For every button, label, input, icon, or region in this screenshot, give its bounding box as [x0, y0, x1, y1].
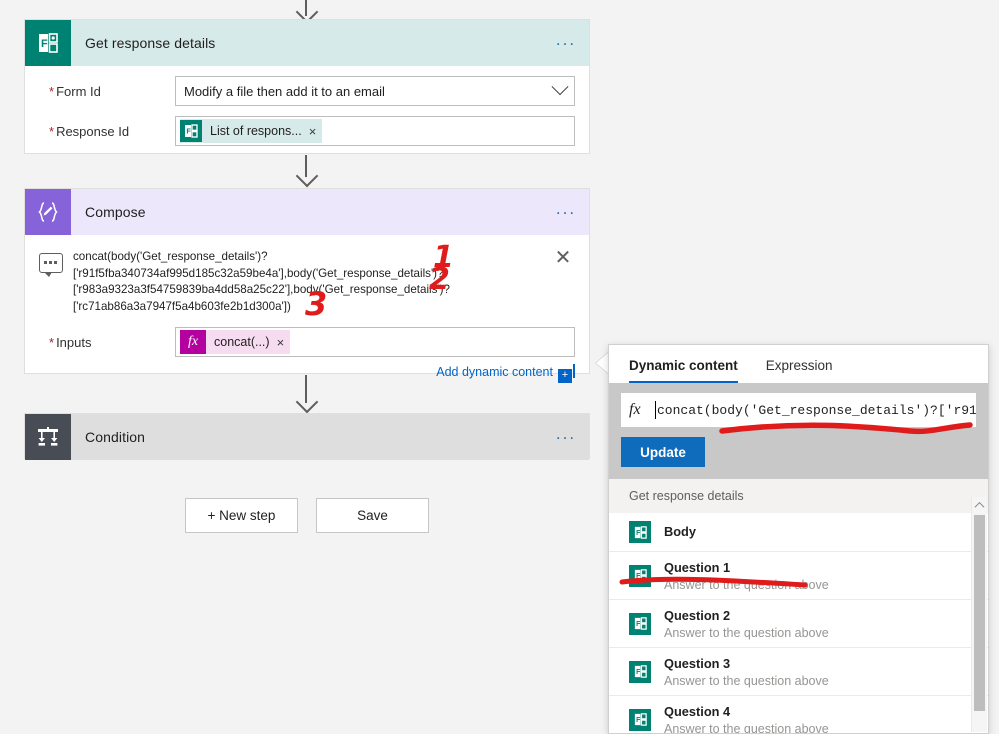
add-dynamic-content-row: Add dynamic content +: [39, 361, 575, 383]
microsoft-forms-icon: F: [629, 521, 651, 543]
fx-icon: fx: [180, 330, 206, 354]
field-label-form-id: * Form Id: [39, 84, 175, 99]
token-remove-icon[interactable]: ×: [309, 124, 317, 139]
scroll-up-icon[interactable]: [972, 497, 987, 513]
expression-input-value: concat(body('Get_response_details')?['r9…: [657, 402, 976, 418]
field-label-text: Response Id: [56, 123, 130, 139]
dynamic-content-list: F Body F Question 1 Answer to the questi…: [609, 513, 988, 734]
step-menu-button[interactable]: ...: [543, 31, 589, 51]
list-item[interactable]: F Question 2 Answer to the question abov…: [609, 600, 988, 648]
svg-text:F: F: [41, 38, 48, 50]
add-dynamic-content-link[interactable]: Add dynamic content: [436, 365, 553, 379]
required-marker: *: [49, 83, 55, 99]
list-item-title: Question 1: [664, 560, 731, 575]
expression-editor-area: fx concat(body('Get_response_details')?[…: [609, 383, 988, 479]
step-title: Condition: [85, 429, 146, 445]
svg-text:F: F: [636, 669, 640, 676]
expression-bubble-icon: [39, 253, 63, 277]
step-menu-button[interactable]: ...: [543, 425, 589, 445]
step-title: Compose: [85, 204, 146, 220]
flow-step-compose[interactable]: Compose ... concat(body('Get_response_de…: [24, 188, 590, 383]
token-remove-icon[interactable]: ×: [277, 335, 285, 350]
step-menu-button[interactable]: ...: [543, 200, 589, 220]
save-button[interactable]: Save: [316, 498, 429, 533]
list-item[interactable]: F Question 1 Answer to the question abov…: [609, 552, 988, 600]
field-response-id: * Response Id F List of respons... ×: [39, 116, 575, 146]
list-item-subtitle: Answer to the question above: [664, 722, 829, 734]
svg-text:F: F: [186, 127, 191, 136]
scrollbar-thumb[interactable]: [974, 515, 985, 711]
chevron-down-icon: [551, 78, 569, 96]
flow-designer-screenshot: F Get response details ... * Form Id Modi…: [0, 0, 999, 734]
step-header: Compose ...: [25, 189, 589, 235]
new-step-button[interactable]: + New step: [185, 498, 298, 533]
condition-branch-icon: [25, 414, 71, 460]
microsoft-forms-icon: F: [629, 660, 651, 683]
add-dynamic-content-bar: [573, 364, 575, 378]
field-label-text: Inputs: [56, 334, 92, 350]
text-cursor: [654, 401, 656, 419]
token-label: List of respons...: [210, 124, 302, 138]
field-label-response-id: * Response Id: [39, 124, 175, 139]
svg-text:F: F: [636, 621, 640, 628]
list-item[interactable]: F Body: [609, 513, 988, 552]
expression-input[interactable]: fx concat(body('Get_response_details')?[…: [621, 393, 976, 427]
required-marker: *: [49, 123, 55, 139]
step-header: F Get response details ...: [25, 20, 589, 66]
list-item[interactable]: F Question 3 Answer to the question abov…: [609, 648, 988, 696]
field-label-inputs: * Inputs: [39, 335, 175, 350]
list-item-title: Question 4: [664, 704, 731, 719]
fx-icon: fx: [629, 401, 641, 418]
field-inputs: * Inputs fx concat(...) ×: [39, 327, 575, 357]
microsoft-forms-icon: F: [629, 708, 651, 731]
panel-scrollbar[interactable]: [971, 497, 987, 732]
list-item-subtitle: Answer to the question above: [664, 674, 829, 688]
svg-text:F: F: [636, 573, 640, 580]
compose-braces-icon: [25, 189, 71, 235]
close-icon[interactable]: ✕: [551, 248, 575, 268]
list-item-subtitle: Answer to the question above: [664, 578, 829, 592]
list-item-title: Body: [664, 524, 696, 539]
dynamic-token-response-id[interactable]: F List of respons... ×: [180, 119, 323, 143]
connector-arrow-forms-compose: [295, 164, 319, 188]
step-body: * Form Id Modify a file then add it to an…: [25, 66, 589, 168]
form-id-value: Modify a file then add it to an email: [184, 83, 385, 99]
dynamic-content-panel: Dynamic content Expression fx concat(bod…: [608, 344, 989, 734]
dynamic-content-group-title: Get response details: [609, 479, 988, 513]
flow-step-get-response-details[interactable]: F Get response details ... * Form Id Modi…: [24, 19, 590, 154]
list-item-title: Question 2: [664, 608, 731, 623]
step-header: Condition ...: [25, 414, 589, 460]
list-item-title: Question 3: [664, 656, 731, 671]
update-button[interactable]: Update: [621, 437, 705, 467]
svg-text:F: F: [636, 530, 640, 537]
list-item-subtitle: Answer to the question above: [664, 626, 829, 640]
microsoft-forms-icon: F: [25, 20, 71, 66]
token-label: concat(...): [214, 335, 270, 349]
annotation-number-3: 3: [305, 285, 328, 323]
add-dynamic-content-plus-icon[interactable]: +: [558, 369, 572, 383]
inputs-field[interactable]: fx concat(...) ×: [175, 327, 575, 357]
required-marker: *: [49, 334, 55, 350]
panel-tabs: Dynamic content Expression: [609, 345, 988, 383]
tab-dynamic-content[interactable]: Dynamic content: [629, 346, 738, 383]
tab-expression[interactable]: Expression: [766, 346, 833, 383]
step-title: Get response details: [85, 35, 216, 51]
annotation-number-2: 2: [429, 262, 450, 297]
microsoft-forms-icon: F: [180, 120, 202, 142]
microsoft-forms-icon: F: [629, 612, 651, 635]
list-item[interactable]: F Question 4 Answer to the question abov…: [609, 696, 988, 734]
field-form-id: * Form Id Modify a file then add it to an…: [39, 76, 575, 106]
microsoft-forms-icon: F: [629, 564, 651, 587]
flow-step-condition[interactable]: Condition ...: [24, 413, 590, 460]
svg-text:F: F: [636, 717, 640, 724]
field-label-text: Form Id: [56, 83, 101, 99]
response-id-input[interactable]: F List of respons... ×: [175, 116, 575, 146]
form-id-dropdown[interactable]: Modify a file then add it to an email: [175, 76, 575, 106]
expression-token-concat[interactable]: fx concat(...) ×: [180, 330, 291, 354]
